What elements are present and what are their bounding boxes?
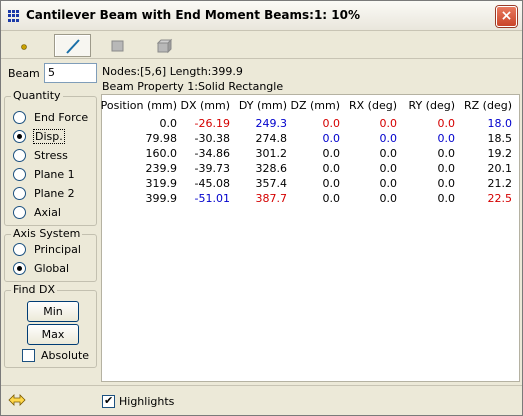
radio-button[interactable] [13,206,26,219]
column-header-dx: DX (mm) [180,99,230,112]
axis-system-group-title: Axis System [11,227,83,240]
table-cell-rz: 18.0 [487,117,513,130]
double-arrow-icon[interactable] [8,393,26,407]
table-cell-position: 160.0 [145,147,178,160]
table-cell-dz: 0.0 [322,117,341,130]
table-cell-ry: 0.0 [437,132,456,145]
table-cell-position: 239.9 [145,162,178,175]
table-cell-dx: -39.73 [194,162,230,175]
table-cell-rx: 0.0 [379,192,398,205]
radio-button[interactable] [13,130,26,143]
table-cell-rx: 0.0 [379,117,398,130]
table-cell-dy: 357.4 [255,177,288,190]
table-cell-rx: 0.0 [379,132,398,145]
column-header-ry: RY (deg) [408,99,455,112]
plate-icon [111,40,124,52]
table-cell-dy: 328.6 [255,162,288,175]
radio-button[interactable] [13,111,26,124]
table-cell-rx: 0.0 [379,177,398,190]
table-cell-rz: 20.1 [487,162,513,175]
radio-label: Plane 1 [34,168,75,181]
radio-label: Global [34,262,70,275]
beam-label: Beam [8,67,40,80]
table-cell-ry: 0.0 [437,192,456,205]
radio-label: Axial [34,206,61,219]
table-cell-dy: 387.7 [255,192,288,205]
table-cell-dz: 0.0 [322,177,341,190]
radio-button[interactable] [13,168,26,181]
table-cell-rz: 21.2 [487,177,513,190]
column-header-rx: RX (deg) [349,99,397,112]
node-dot-icon [21,44,27,50]
beam-line-icon [66,39,80,54]
radio-button[interactable] [13,149,26,162]
radio-label: Principal [34,243,81,256]
app-grid-icon [8,10,20,22]
table-cell-dy: 301.2 [255,147,288,160]
toolbar [1,32,522,59]
close-button[interactable]: × [496,6,517,27]
absolute-checkbox[interactable] [22,349,35,362]
table-cell-rx: 0.0 [379,162,398,175]
column-header-dy: DY (mm) [238,99,287,112]
brick-icon [156,38,173,54]
node-view-button[interactable] [5,34,42,57]
beam-property-text: Beam Property 1:Solid Rectangle [102,80,284,93]
table-cell-rz: 22.5 [487,192,513,205]
table-cell-dx: -34.86 [194,147,230,160]
absolute-label: Absolute [41,349,90,362]
table-cell-dz: 0.0 [322,192,341,205]
beam-number-input[interactable]: 5 [44,63,97,83]
column-header-dz: DZ (mm) [290,99,340,112]
radio-label: Disp. [33,129,65,144]
table-cell-dx: -45.08 [194,177,230,190]
bottom-bar: Highlights [1,385,522,415]
table-cell-position: 399.9 [145,192,178,205]
radio-label: Plane 2 [34,187,75,200]
table-cell-position: 0.0 [159,117,178,130]
column-header-rz: RZ (deg) [464,99,512,112]
table-cell-dy: 274.8 [255,132,288,145]
table-cell-dz: 0.0 [322,132,341,145]
title-bar[interactable]: Cantilever Beam with End Moment Beams:1:… [1,1,522,31]
axis-system-group: Axis System Principal Global [4,227,97,282]
table-cell-ry: 0.0 [437,117,456,130]
radio-label: End Force [34,111,89,124]
radio-label: Stress [34,149,68,162]
highlights-label: Highlights [119,395,175,408]
find-dx-group: Find DX Min Max Absolute [4,283,97,368]
max-button[interactable]: Max [27,324,79,345]
quantity-group: Quantity End Force Disp. Stress Plane 1 … [4,89,97,226]
table-cell-dz: 0.0 [322,162,341,175]
table-cell-position: 79.98 [145,132,178,145]
table-cell-ry: 0.0 [437,177,456,190]
window-title: Cantilever Beam with End Moment Beams:1:… [26,8,360,22]
radio-button[interactable] [13,243,26,256]
table-cell-dx: -26.19 [194,117,230,130]
table-cell-dx: -51.01 [194,192,230,205]
table-cell-position: 319.9 [145,177,178,190]
beam-view-button[interactable] [54,34,91,57]
table-cell-ry: 0.0 [437,162,456,175]
table-cell-dx: -30.38 [194,132,230,145]
table-cell-dz: 0.0 [322,147,341,160]
table-cell-rx: 0.0 [379,147,398,160]
table-cell-ry: 0.0 [437,147,456,160]
brick-view-button[interactable] [144,34,181,57]
radio-button[interactable] [13,262,26,275]
table-cell-dy: 249.3 [255,117,288,130]
table-cell-rz: 18.5 [487,132,513,145]
results-table[interactable]: Position (mm) DX (mm) DY (mm) DZ (mm) RX (de… [101,94,520,382]
nodes-length-text: Nodes:[5,6] Length:399.9 [102,65,243,78]
radio-button[interactable] [13,187,26,200]
quantity-group-title: Quantity [11,89,63,102]
plate-view-button[interactable] [99,34,136,57]
column-header-position: Position (mm) [100,99,177,112]
find-dx-group-title: Find DX [11,283,58,296]
table-cell-rz: 19.2 [487,147,513,160]
results-window: Cantilever Beam with End Moment Beams:1:… [0,0,523,416]
highlights-checkbox[interactable] [102,394,115,408]
min-button[interactable]: Min [27,301,79,322]
